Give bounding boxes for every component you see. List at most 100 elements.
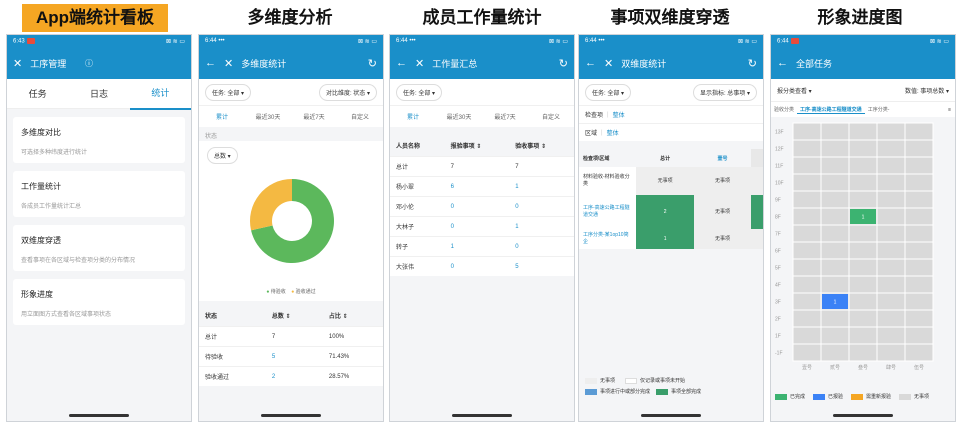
tab-cumulative[interactable]: 累计: [390, 112, 436, 121]
grid-cell[interactable]: [820, 122, 850, 141]
refresh-icon[interactable]: ↻: [368, 57, 377, 70]
grid-cell[interactable]: [904, 292, 934, 311]
grid-cell[interactable]: [848, 258, 878, 277]
row-label[interactable]: 工序分类-某1op10简企: [579, 232, 636, 246]
tab-30days[interactable]: 最近30天: [245, 112, 291, 121]
tab-7days[interactable]: 最近7天: [291, 112, 337, 121]
grid-cell[interactable]: [876, 343, 906, 362]
close-icon[interactable]: ✕: [604, 57, 613, 70]
compare-dimension-dropdown[interactable]: 对比维度: 状态 ▾: [318, 83, 377, 101]
grid-cell[interactable]: [876, 241, 906, 260]
page-title[interactable]: 全部任务: [796, 57, 949, 70]
tab-30days[interactable]: 最近30天: [436, 112, 482, 121]
grid-cell[interactable]: [848, 173, 878, 192]
grid-cell[interactable]: [820, 207, 850, 226]
grid-cell[interactable]: [904, 190, 934, 209]
grid-cell[interactable]: [820, 156, 850, 175]
matrix-cell[interactable]: 无事项: [693, 167, 752, 195]
task-filter-dropdown[interactable]: 任务: 全部 ▾: [396, 83, 443, 101]
grid-cell[interactable]: [792, 190, 822, 209]
grid-cell[interactable]: [792, 139, 822, 158]
back-arrow-icon[interactable]: ←: [396, 57, 407, 69]
grid-cell[interactable]: [904, 258, 934, 277]
grid-cell[interactable]: [876, 292, 906, 311]
grid-cell[interactable]: [848, 241, 878, 260]
grid-cell[interactable]: [904, 207, 934, 226]
card-dual-dimension[interactable]: 双维度穿透 查看事项在各区域与检查项分类的分布情况: [13, 225, 185, 271]
check-item-filter[interactable]: 检查项 | 整体: [579, 105, 763, 123]
row-label[interactable]: 工序-高速公路工程隧道交通: [579, 205, 636, 219]
grid-cell[interactable]: [820, 275, 850, 294]
grid-cell[interactable]: [792, 309, 822, 328]
grid-cell[interactable]: [848, 326, 878, 345]
grid-cell[interactable]: [792, 156, 822, 175]
grid-cell[interactable]: [876, 326, 906, 345]
grid-cell[interactable]: [876, 207, 906, 226]
back-arrow-icon[interactable]: ←: [205, 57, 216, 69]
grid-cell[interactable]: [904, 224, 934, 243]
grid-cell[interactable]: [904, 173, 934, 192]
grid-cell[interactable]: [876, 173, 906, 192]
tab-custom[interactable]: 自定义: [528, 112, 574, 121]
grid-cell[interactable]: [876, 224, 906, 243]
grid-cell[interactable]: [820, 173, 850, 192]
grid-cell[interactable]: [820, 343, 850, 362]
grid-cell[interactable]: [848, 292, 878, 311]
grid-cell[interactable]: [848, 343, 878, 362]
grid-cell[interactable]: [904, 275, 934, 294]
grid-cell[interactable]: [848, 156, 878, 175]
grid-cell[interactable]: [792, 241, 822, 260]
grid-cell[interactable]: [904, 309, 934, 328]
card-multi-compare[interactable]: 多维度对比 可选择多种纬度进行统计: [13, 117, 185, 163]
grid-cell[interactable]: [876, 156, 906, 175]
grid-cell[interactable]: [876, 139, 906, 158]
grid-cell[interactable]: [904, 122, 934, 141]
grid-cell[interactable]: [904, 326, 934, 345]
grid-cell[interactable]: [848, 190, 878, 209]
tab-category-active[interactable]: 工序-高速公路工程隧道交通: [797, 106, 865, 114]
grid-cell[interactable]: [876, 122, 906, 141]
value-dropdown[interactable]: 数值: 事项总数 ▾: [905, 86, 949, 95]
matrix-cell[interactable]: 无事项: [693, 229, 752, 249]
grid-cell[interactable]: [904, 241, 934, 260]
view-by-dropdown[interactable]: 报分类查看 ▾: [777, 86, 812, 95]
info-icon[interactable]: ⓘ: [85, 58, 93, 69]
refresh-icon[interactable]: ↻: [559, 57, 568, 70]
grid-cell[interactable]: [792, 275, 822, 294]
grid-cell[interactable]: [904, 343, 934, 362]
matrix-cell[interactable]: 2: [636, 195, 694, 229]
tab-stats[interactable]: 统计: [129, 78, 191, 110]
col-header[interactable]: 占比 ⇕: [322, 305, 383, 327]
grid-cell[interactable]: [904, 139, 934, 158]
card-progress[interactable]: 形象进度 用立面图方式查看各区域事项状态: [13, 279, 185, 325]
grid-cell[interactable]: [820, 258, 850, 277]
grid-cell[interactable]: [792, 224, 822, 243]
matrix-cell[interactable]: 无事项: [693, 195, 752, 229]
matrix-cell[interactable]: 1: [636, 229, 694, 249]
task-filter-dropdown[interactable]: 任务: 全部 ▾: [585, 83, 632, 101]
grid-cell[interactable]: [820, 241, 850, 260]
col-header[interactable]: 总数 ⇕: [265, 305, 323, 327]
region-filter[interactable]: 区域 | 整体: [579, 123, 763, 141]
grid-cell[interactable]: [876, 275, 906, 294]
grid-cell[interactable]: [848, 309, 878, 328]
grid-cell[interactable]: [820, 139, 850, 158]
close-icon[interactable]: ✕: [415, 57, 424, 70]
grid-cell[interactable]: [792, 258, 822, 277]
tab-7days[interactable]: 最近7天: [482, 112, 528, 121]
menu-icon[interactable]: ≡: [948, 107, 955, 113]
close-icon[interactable]: ✕: [224, 57, 233, 70]
tab-logs[interactable]: 日志: [68, 79, 129, 109]
grid-cell[interactable]: [792, 326, 822, 345]
grid-cell[interactable]: [792, 292, 822, 311]
grid-cell[interactable]: [876, 258, 906, 277]
metric-dropdown[interactable]: 显示指标: 总事项 ▾: [692, 83, 757, 101]
tab-category[interactable]: 工序分类-: [865, 106, 893, 113]
close-icon[interactable]: ✕: [13, 57, 22, 70]
task-filter-dropdown[interactable]: 任务: 全部 ▾: [205, 83, 252, 101]
grid-cell[interactable]: [820, 224, 850, 243]
back-arrow-icon[interactable]: ←: [585, 57, 596, 69]
grid-cell[interactable]: [904, 156, 934, 175]
tab-custom[interactable]: 自定义: [337, 112, 383, 121]
col-header-1[interactable]: 壹号: [694, 155, 751, 162]
